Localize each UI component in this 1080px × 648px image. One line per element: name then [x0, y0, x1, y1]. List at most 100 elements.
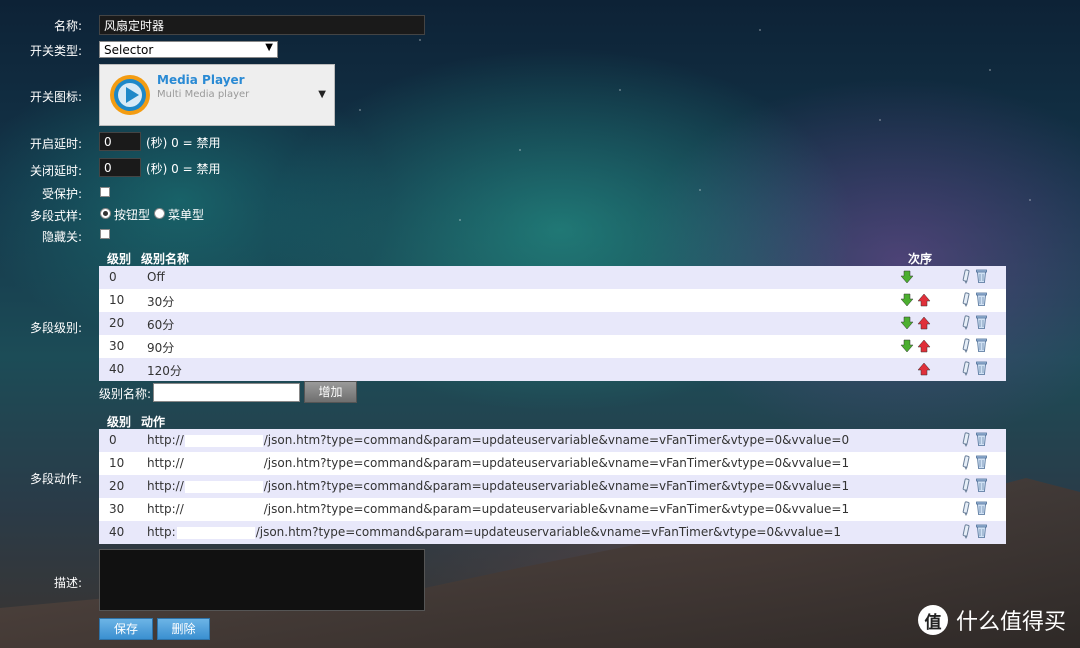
- hidden-off-checkbox[interactable]: [100, 229, 110, 239]
- add-level-button[interactable]: 增加: [304, 381, 357, 403]
- action-level: 40: [109, 525, 125, 539]
- dropdown-arrow-icon: ▼: [265, 42, 273, 53]
- delete-icon[interactable]: [976, 269, 987, 283]
- edit-icon[interactable]: [962, 524, 970, 539]
- action-row: 40 http: /json.htm?type=command&param=upda…: [99, 521, 1006, 544]
- off-delay-label: 关闭延时:: [29, 164, 82, 178]
- edit-icon[interactable]: [962, 269, 970, 284]
- delete-icon[interactable]: [976, 501, 987, 515]
- on-delay-input[interactable]: [99, 132, 141, 151]
- edit-icon[interactable]: [962, 501, 970, 516]
- style-button-label: 按钮型: [114, 208, 151, 222]
- actions-label: 多段动作:: [29, 472, 82, 486]
- delete-icon[interactable]: [976, 455, 987, 469]
- action-url-prefix: http:: [147, 525, 176, 539]
- action-url-suffix: /json.htm?type=command&param=updateuserv…: [263, 456, 850, 470]
- redacted-host: [184, 503, 263, 516]
- delete-icon[interactable]: [976, 361, 987, 375]
- off-delay-input[interactable]: [99, 158, 141, 177]
- move-down-icon[interactable]: [900, 316, 914, 330]
- off-delay-unit: (秒) 0 = 禁用: [146, 162, 221, 176]
- edit-icon[interactable]: [962, 478, 970, 493]
- edit-icon[interactable]: [962, 292, 970, 307]
- move-up-icon[interactable]: [917, 339, 931, 353]
- actions-header-level: 级别: [107, 415, 132, 429]
- watermark-text: 什么值得买: [955, 610, 1066, 635]
- action-url: http: /json.htm?type=command&param=update…: [147, 525, 841, 539]
- level-name: 30分: [147, 295, 175, 309]
- level-value: 40: [109, 362, 125, 376]
- level-name: 120分: [147, 364, 182, 378]
- delete-icon[interactable]: [976, 338, 987, 352]
- action-url-prefix: http://: [147, 502, 184, 516]
- move-down-icon[interactable]: [900, 270, 914, 284]
- switch-type-select[interactable]: Selector ▼: [99, 41, 278, 58]
- levels-header-name: 级别名称: [141, 252, 190, 266]
- action-url: http:// /json.htm?type=command&param=upda…: [147, 433, 849, 447]
- on-delay-label: 开启延时:: [29, 137, 82, 151]
- edit-icon[interactable]: [962, 432, 970, 447]
- delete-icon[interactable]: [976, 315, 987, 329]
- levels-label: 多段级别:: [29, 321, 82, 335]
- level-value: 0: [109, 270, 117, 284]
- move-up-icon[interactable]: [917, 316, 931, 330]
- style-menu-radio[interactable]: [154, 208, 165, 219]
- delete-icon[interactable]: [976, 524, 987, 538]
- delete-icon[interactable]: [976, 432, 987, 446]
- move-down-icon[interactable]: [900, 339, 914, 353]
- level-value: 20: [109, 316, 125, 330]
- action-level: 30: [109, 502, 125, 516]
- redacted-host: [176, 526, 255, 539]
- move-up-icon[interactable]: [917, 293, 931, 307]
- style-button-radio[interactable]: [100, 208, 111, 219]
- add-level-input[interactable]: [153, 383, 300, 402]
- levels-header-order: 次序: [908, 252, 933, 266]
- redacted-host: [184, 434, 263, 447]
- action-url-suffix: /json.htm?type=command&param=updateuserv…: [263, 479, 850, 493]
- levels-header-level: 级别: [107, 252, 132, 266]
- level-row: 30 90分: [99, 335, 1006, 358]
- add-level-label: 级别名称:: [99, 387, 152, 401]
- switch-icon-title: Media Player: [157, 73, 245, 87]
- delete-icon[interactable]: [976, 478, 987, 492]
- action-row: 20 http:// /json.htm?type=command&param=up…: [99, 475, 1006, 498]
- redacted-host: [184, 480, 263, 493]
- name-input[interactable]: [99, 15, 425, 35]
- edit-icon[interactable]: [962, 455, 970, 470]
- delete-icon[interactable]: [976, 292, 987, 306]
- level-row: 20 60分: [99, 312, 1006, 335]
- style-menu-label: 菜单型: [168, 208, 205, 222]
- action-url-suffix: /json.htm?type=command&param=updateuserv…: [263, 433, 850, 447]
- action-url-suffix: /json.htm?type=command&param=updateuserv…: [263, 502, 850, 516]
- move-up-icon[interactable]: [917, 362, 931, 376]
- protected-label: 受保护:: [41, 187, 82, 201]
- action-url: http:// /json.htm?type=command&param=upda…: [147, 456, 849, 470]
- action-url: http:// /json.htm?type=command&param=upda…: [147, 502, 849, 516]
- action-level: 20: [109, 479, 125, 493]
- move-down-icon[interactable]: [900, 293, 914, 307]
- delete-button[interactable]: 删除: [157, 618, 210, 640]
- level-value: 30: [109, 339, 125, 353]
- edit-icon[interactable]: [962, 361, 970, 376]
- action-url: http:// /json.htm?type=command&param=upda…: [147, 479, 849, 493]
- description-textarea[interactable]: [99, 549, 425, 611]
- switch-icon-subtitle: Multi Media player: [157, 89, 250, 100]
- switch-icon-select[interactable]: Media Player Multi Media player ▼: [99, 64, 335, 126]
- protected-checkbox[interactable]: [100, 187, 110, 197]
- action-row: 30 http:// /json.htm?type=command&param=up…: [99, 498, 1006, 521]
- save-button[interactable]: 保存: [99, 618, 153, 640]
- level-name: 60分: [147, 318, 175, 332]
- media-player-icon: [110, 75, 150, 115]
- switch-type-value: Selector: [104, 43, 154, 57]
- switch-icon-label: 开关图标:: [29, 90, 82, 104]
- edit-icon[interactable]: [962, 338, 970, 353]
- action-level: 10: [109, 456, 125, 470]
- level-value: 10: [109, 293, 125, 307]
- hidden-off-label: 隐藏关:: [41, 230, 82, 244]
- action-row: 10 http:// /json.htm?type=command&param=up…: [99, 452, 1006, 475]
- redacted-host: [184, 457, 263, 470]
- level-row: 0 Off: [99, 266, 1006, 289]
- on-delay-unit: (秒) 0 = 禁用: [146, 136, 221, 150]
- action-level: 0: [109, 433, 117, 447]
- edit-icon[interactable]: [962, 315, 970, 330]
